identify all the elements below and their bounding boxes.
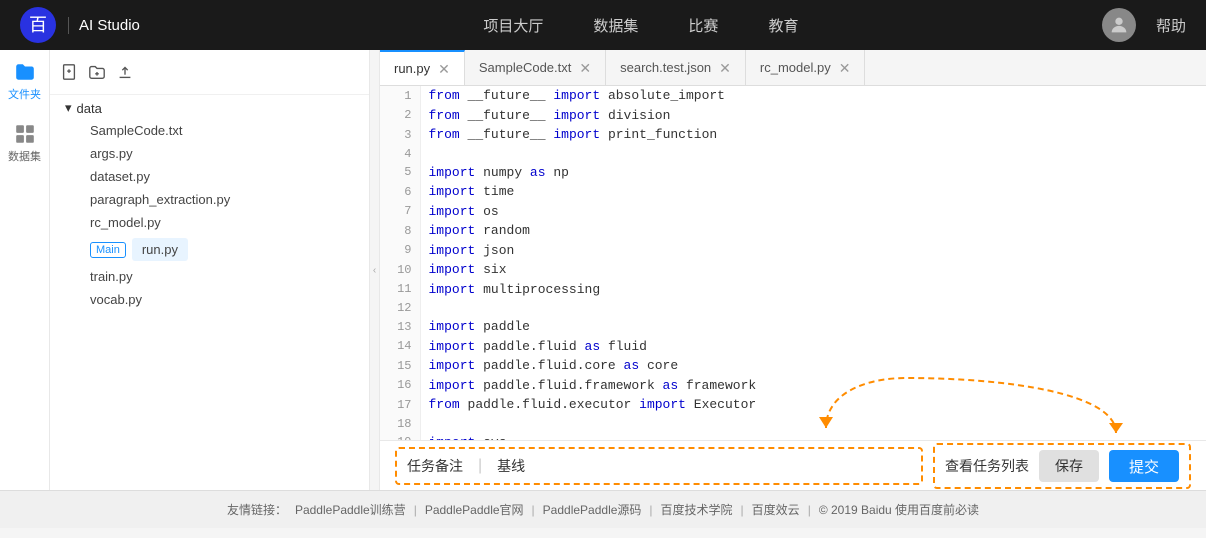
- tab-bar: run.py ✕ SampleCode.txt ✕ search.test.js…: [380, 50, 1206, 86]
- file-item-dataset[interactable]: dataset.py: [80, 165, 359, 188]
- tree-root-folder: ▾ data SampleCode.txt args.py dataset.py…: [50, 95, 369, 313]
- new-folder-button[interactable]: [88, 63, 106, 86]
- svg-text:百: 百: [29, 15, 47, 35]
- file-item-rcmodel[interactable]: rc_model.py: [80, 211, 359, 234]
- new-file-button[interactable]: [60, 63, 78, 86]
- tab-label-samplecode: SampleCode.txt: [479, 60, 572, 75]
- nav-projects[interactable]: 项目大厅: [483, 15, 543, 36]
- folder-icon: [13, 60, 37, 84]
- baidu-logo-icon: 百: [20, 7, 56, 43]
- table-row: 4: [380, 145, 1206, 163]
- table-row: 15import paddle.fluid.core as core: [380, 356, 1206, 376]
- tab-close-search[interactable]: ✕: [719, 61, 731, 75]
- table-row: 8import random: [380, 221, 1206, 241]
- table-row: 10import six: [380, 260, 1206, 280]
- file-item-vocab[interactable]: vocab.py: [80, 288, 359, 311]
- bottom-panel: 任务备注 | 基线 查看任务列表 保存 提交: [380, 440, 1206, 490]
- footer-link-training[interactable]: PaddlePaddle训练营: [295, 501, 406, 518]
- file-item-args[interactable]: args.py: [80, 142, 359, 165]
- table-row: 12: [380, 299, 1206, 317]
- collapse-handle[interactable]: ‹: [370, 50, 380, 490]
- table-row: 19import sys: [380, 433, 1206, 441]
- divider-vertical: |: [478, 457, 482, 475]
- file-tree-toolbar: [50, 58, 369, 95]
- sidebar-label-datasets: 数据集: [8, 148, 41, 164]
- tab-close-rcmodel[interactable]: ✕: [839, 61, 851, 75]
- chevron-down-icon: ▾: [65, 100, 72, 116]
- sidebar-icons: 文件夹 数据集: [0, 50, 50, 490]
- upload-button[interactable]: [116, 63, 134, 86]
- folder-name: data: [77, 101, 102, 116]
- sidebar-item-datasets[interactable]: 数据集: [8, 122, 41, 164]
- table-row: 13import paddle: [380, 317, 1206, 337]
- avatar[interactable]: [1102, 8, 1136, 42]
- help-link[interactable]: 帮助: [1156, 15, 1186, 36]
- code-editor[interactable]: 1from __future__ import absolute_import …: [380, 86, 1206, 440]
- file-item-samplecode[interactable]: SampleCode.txt: [80, 119, 359, 142]
- main-badge: Main: [90, 242, 126, 258]
- tab-label-run: run.py: [394, 61, 430, 76]
- footer-copyright: © 2019 Baidu 使用百度前必读: [819, 501, 979, 518]
- nav-competitions[interactable]: 比赛: [688, 15, 718, 36]
- tab-label-search: search.test.json: [620, 60, 711, 75]
- datasets-icon: [13, 122, 37, 146]
- nav-datasets[interactable]: 数据集: [593, 15, 638, 36]
- baseline-input[interactable]: [540, 458, 911, 474]
- footer-link-cloud[interactable]: 百度效云: [752, 501, 800, 518]
- table-row: 9import json: [380, 241, 1206, 261]
- footer-link-official[interactable]: PaddlePaddle官网: [425, 501, 524, 518]
- sidebar-item-files[interactable]: 文件夹: [8, 60, 41, 102]
- file-item-train[interactable]: train.py: [80, 265, 359, 288]
- file-item-run-row: Main run.py: [80, 234, 359, 265]
- file-tree: ▾ data SampleCode.txt args.py dataset.py…: [50, 50, 370, 490]
- table-row: 2from __future__ import division: [380, 106, 1206, 126]
- footer: 友情链接： PaddlePaddle训练营 | PaddlePaddle官网 |…: [0, 490, 1206, 528]
- tab-close-run[interactable]: ✕: [438, 62, 450, 76]
- tab-samplecode[interactable]: SampleCode.txt ✕: [465, 50, 606, 85]
- task-annotation-label: 任务备注: [407, 456, 463, 476]
- editor-area: run.py ✕ SampleCode.txt ✕ search.test.js…: [380, 50, 1206, 490]
- task-annotation-area: 任务备注 | 基线: [395, 447, 923, 485]
- tab-search-json[interactable]: search.test.json ✕: [606, 50, 746, 85]
- footer-link-academy[interactable]: 百度技术学院: [661, 501, 733, 518]
- view-tasks-button[interactable]: 查看任务列表: [945, 456, 1029, 476]
- folder-items: SampleCode.txt args.py dataset.py paragr…: [60, 119, 359, 311]
- table-row: 5import numpy as np: [380, 163, 1206, 183]
- table-row: 3from __future__ import print_function: [380, 125, 1206, 145]
- topnav-right: 帮助: [1102, 8, 1186, 42]
- brand-text: AI Studio: [68, 17, 140, 34]
- table-row: 17from paddle.fluid.executor import Exec…: [380, 395, 1206, 415]
- footer-links-label: 友情链接：: [227, 501, 287, 518]
- table-row: 16import paddle.fluid.framework as frame…: [380, 376, 1206, 396]
- topnav: 百 AI Studio 项目大厅 数据集 比赛 教育 帮助: [0, 0, 1206, 50]
- nav-education[interactable]: 教育: [768, 15, 798, 36]
- baseline-label: 基线: [497, 456, 525, 476]
- file-item-run[interactable]: run.py: [132, 238, 188, 261]
- file-item-paragraph[interactable]: paragraph_extraction.py: [80, 188, 359, 211]
- table-row: 18: [380, 415, 1206, 433]
- code-table: 1from __future__ import absolute_import …: [380, 86, 1206, 440]
- table-row: 1from __future__ import absolute_import: [380, 86, 1206, 106]
- submit-button[interactable]: 提交: [1109, 450, 1179, 482]
- logo-area: 百 AI Studio: [20, 7, 140, 43]
- tab-close-samplecode[interactable]: ✕: [579, 61, 591, 75]
- table-row: 14import paddle.fluid as fluid: [380, 337, 1206, 357]
- tab-label-rcmodel: rc_model.py: [760, 60, 831, 75]
- tab-run-py[interactable]: run.py ✕: [380, 50, 465, 85]
- footer-link-source[interactable]: PaddlePaddle源码: [543, 501, 642, 518]
- tab-rcmodel[interactable]: rc_model.py ✕: [746, 50, 866, 85]
- sidebar-label-files: 文件夹: [8, 86, 41, 102]
- folder-toggle-data[interactable]: ▾ data: [60, 97, 359, 119]
- table-row: 11import multiprocessing: [380, 280, 1206, 300]
- save-button[interactable]: 保存: [1039, 450, 1099, 482]
- table-row: 7import os: [380, 202, 1206, 222]
- right-buttons: 查看任务列表 保存 提交: [933, 443, 1191, 489]
- topnav-links: 项目大厅 数据集 比赛 教育: [180, 15, 1102, 36]
- table-row: 6import time: [380, 182, 1206, 202]
- main-container: 文件夹 数据集 ▾ data S: [0, 50, 1206, 490]
